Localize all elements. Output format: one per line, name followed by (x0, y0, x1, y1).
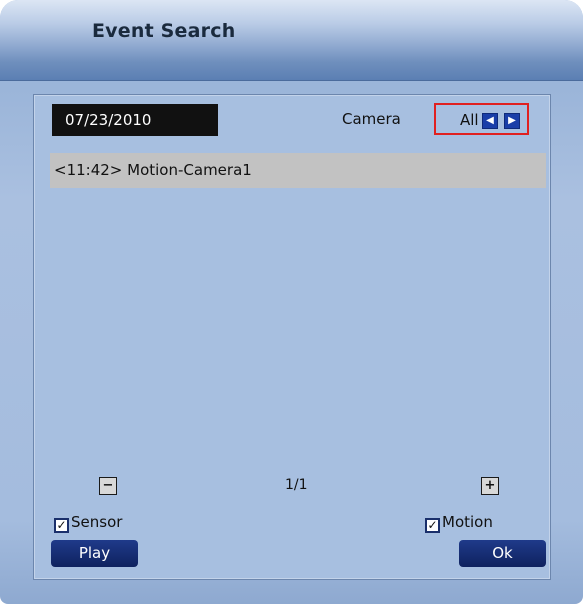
next-page-button[interactable]: + (481, 477, 499, 495)
motion-checkbox[interactable]: ✓ (425, 518, 440, 533)
dialog-title: Event Search (92, 20, 236, 42)
arrow-right-icon[interactable]: ▶ (504, 113, 520, 129)
camera-value: All (460, 111, 479, 129)
title-bar: Event Search (0, 0, 583, 81)
sensor-checkbox[interactable]: ✓ (54, 518, 69, 533)
sensor-filter[interactable]: ✓ Sensor (54, 512, 123, 533)
sensor-label: Sensor (71, 513, 123, 531)
camera-selector[interactable]: All ◀ ▶ (434, 103, 529, 135)
page-indicator: 1/1 (285, 477, 308, 493)
date-field[interactable]: 07/23/2010 (52, 104, 218, 136)
ok-button[interactable]: Ok (459, 540, 546, 567)
arrow-left-icon[interactable]: ◀ (482, 113, 498, 129)
camera-label: Camera (342, 110, 401, 128)
event-list: <11:42> Motion-Camera1 (50, 153, 546, 188)
motion-filter[interactable]: ✓ Motion (425, 512, 493, 533)
play-button[interactable]: Play (51, 540, 138, 567)
motion-label: Motion (442, 513, 493, 531)
event-search-dialog: Event Search 07/23/2010 Camera All ◀ ▶ <… (0, 0, 583, 604)
list-item[interactable]: <11:42> Motion-Camera1 (50, 153, 546, 188)
previous-page-button[interactable]: − (99, 477, 117, 495)
